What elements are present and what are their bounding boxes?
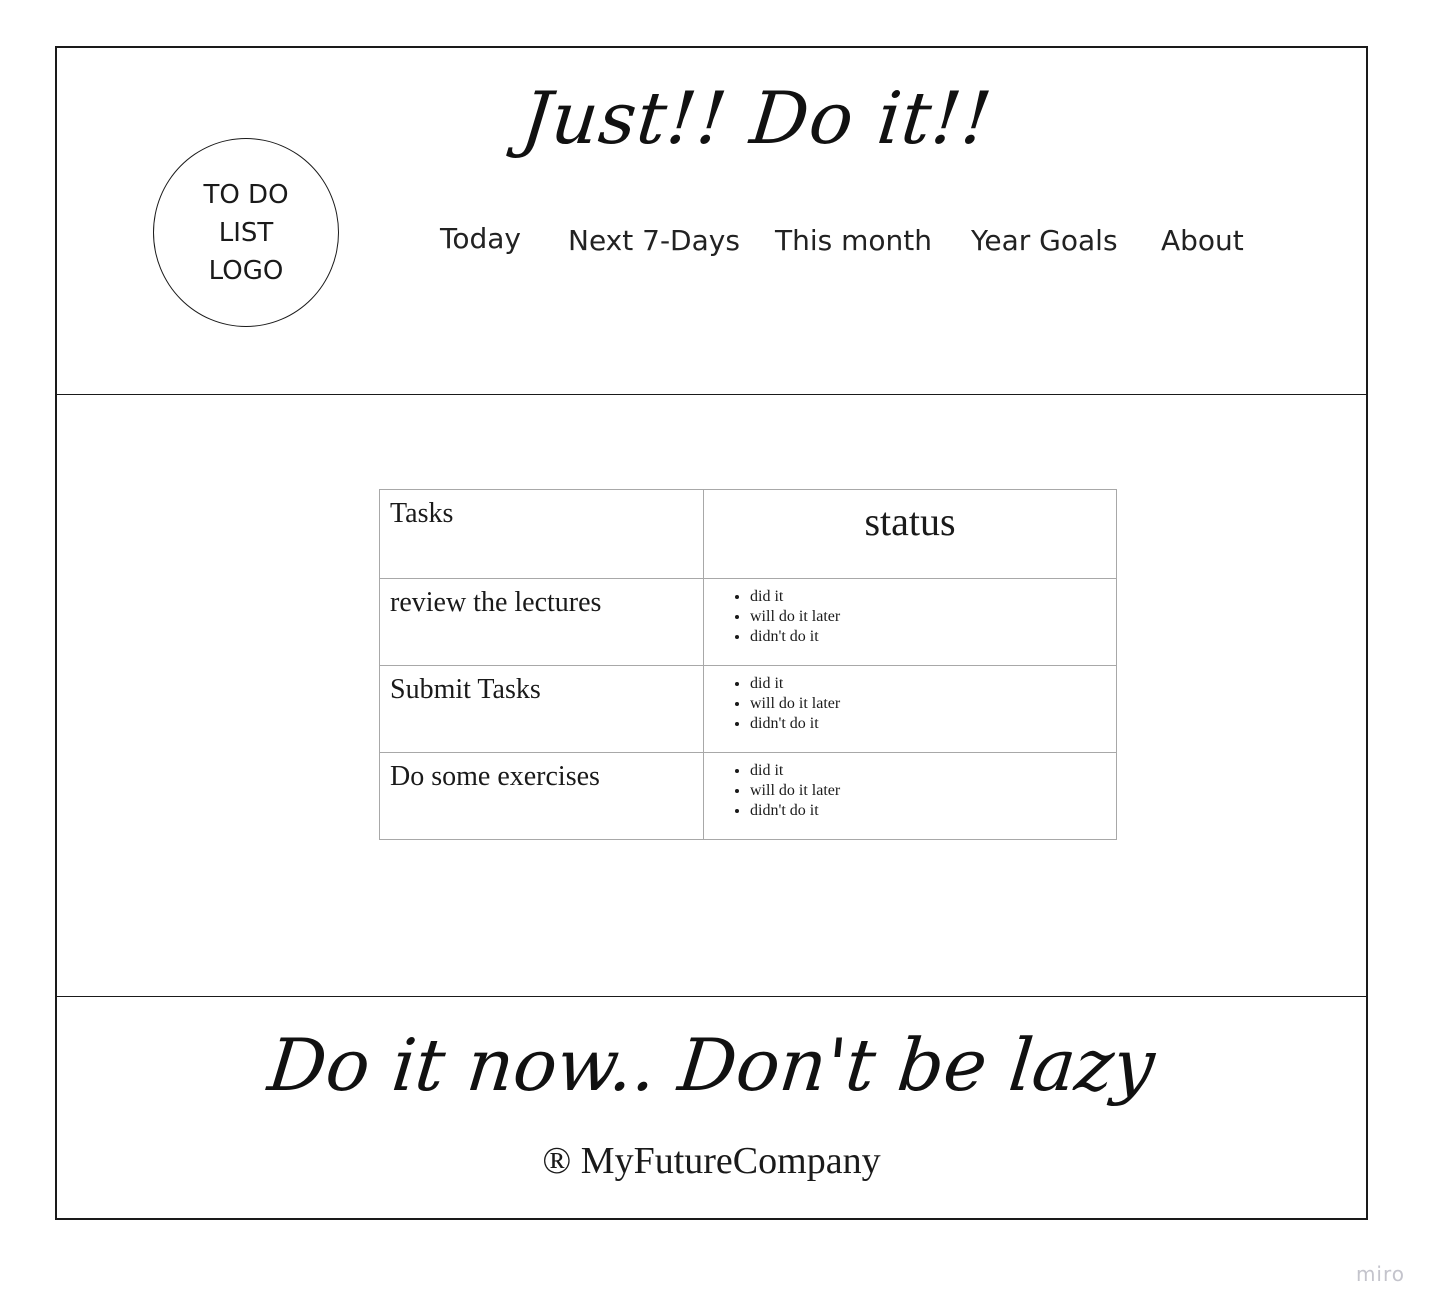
- status-options: did it will do it later didn't do it: [703, 752, 1117, 840]
- column-header-tasks: Tasks: [379, 489, 704, 579]
- table-header-row: Tasks status: [379, 489, 1117, 579]
- nav-item-about[interactable]: About: [1161, 224, 1244, 257]
- status-option-didnt[interactable]: didn't do it: [750, 714, 1116, 734]
- miro-watermark: miro: [1355, 1262, 1405, 1286]
- task-name: Do some exercises: [379, 752, 704, 840]
- status-list: did it will do it later didn't do it: [704, 674, 1116, 734]
- table-row: Submit Tasks did it will do it later did…: [379, 665, 1117, 753]
- site-header: TO DO LIST LOGO Just!! Do it!! Today Nex…: [57, 48, 1366, 395]
- status-option-later[interactable]: will do it later: [750, 694, 1116, 714]
- nav-item-this-month[interactable]: This month: [775, 224, 932, 257]
- nav-item-next-7-days[interactable]: Next 7-Days: [568, 224, 740, 257]
- page-frame: TO DO LIST LOGO Just!! Do it!! Today Nex…: [55, 46, 1368, 1220]
- status-option-didnt[interactable]: didn't do it: [750, 801, 1116, 821]
- status-option-later[interactable]: will do it later: [750, 607, 1116, 627]
- task-name: review the lectures: [379, 578, 704, 666]
- status-option-did-it[interactable]: did it: [750, 587, 1116, 607]
- status-option-did-it[interactable]: did it: [750, 674, 1116, 694]
- status-options: did it will do it later didn't do it: [703, 578, 1117, 666]
- main-nav: Today Next 7-Days This month Year Goals …: [57, 222, 1366, 264]
- nav-item-today[interactable]: Today: [440, 222, 521, 255]
- status-options: did it will do it later didn't do it: [703, 665, 1117, 753]
- status-list: did it will do it later didn't do it: [704, 587, 1116, 647]
- status-option-did-it[interactable]: did it: [750, 761, 1116, 781]
- site-footer: Do it now.. Don't be lazy ® MyFutureComp…: [57, 997, 1366, 1220]
- table-row: Do some exercises did it will do it late…: [379, 752, 1117, 840]
- status-list: did it will do it later didn't do it: [704, 761, 1116, 821]
- status-option-later[interactable]: will do it later: [750, 781, 1116, 801]
- tasks-table: Tasks status review the lectures did it …: [379, 489, 1117, 840]
- task-name: Submit Tasks: [379, 665, 704, 753]
- column-header-status: status: [703, 489, 1117, 579]
- footer-slogan: Do it now.. Don't be lazy: [264, 1023, 1159, 1107]
- table-row: review the lectures did it will do it la…: [379, 578, 1117, 666]
- nav-item-year-goals[interactable]: Year Goals: [971, 224, 1118, 257]
- logo-line: TO DO: [203, 179, 289, 210]
- status-option-didnt[interactable]: didn't do it: [750, 627, 1116, 647]
- copyright-text: ® MyFutureCompany: [542, 1140, 881, 1182]
- site-title: Just!! Do it!!: [517, 76, 997, 160]
- main-content: Tasks status review the lectures did it …: [57, 395, 1366, 997]
